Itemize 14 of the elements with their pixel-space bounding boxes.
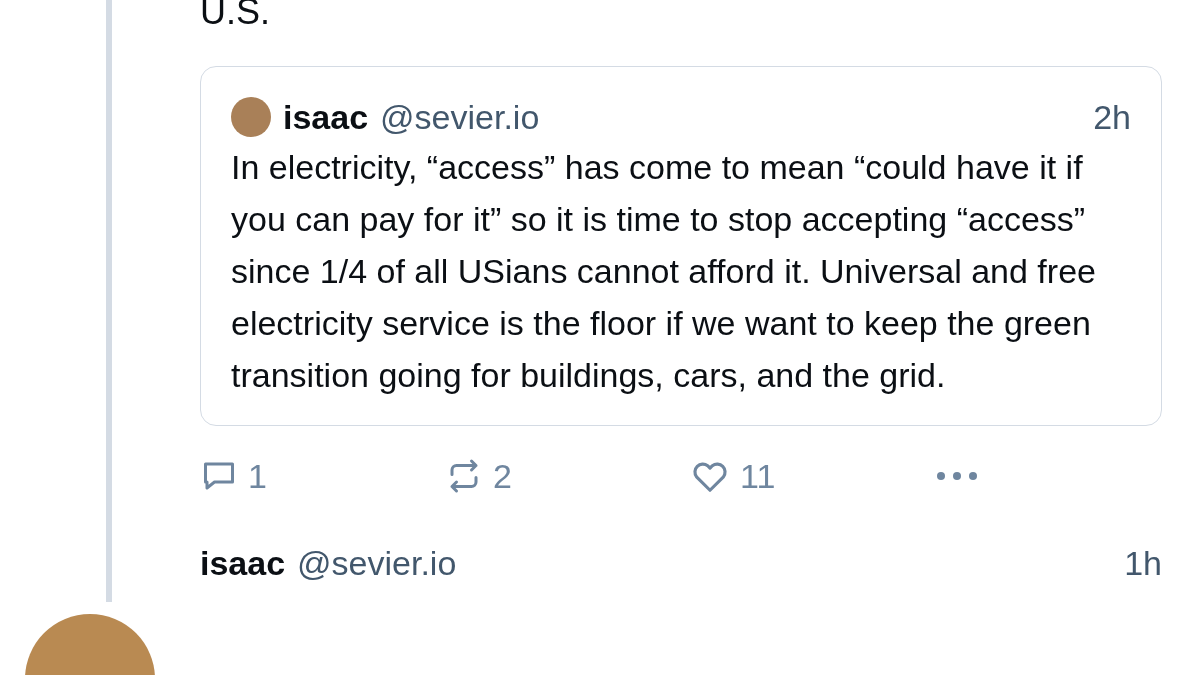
author-name: isaac	[283, 97, 369, 137]
quoted-post-text: In electricity, “access” has come to mean “could have it if you can pay for it” so it is time to stop accepting “access” since 1/4 of all USians cannot afford it. Universal and free electricity service is the floor if we want to keep the green transition going for buildings, cars, and the grid.	[231, 147, 1097, 396]
post-time: 1h	[1124, 544, 1162, 583]
post-time: 2h	[1093, 97, 1131, 137]
author-handle: @sevier.io	[297, 544, 457, 583]
quoted-post-card[interactable]	[200, 66, 1162, 426]
reply-button[interactable]: 1	[200, 456, 445, 496]
avatar[interactable]	[231, 97, 271, 137]
repost-button[interactable]: 2	[445, 456, 690, 496]
author-name: isaac	[200, 544, 286, 583]
like-button[interactable]: 11	[690, 456, 935, 496]
more-icon	[935, 470, 979, 482]
author-handle: @sevier.io	[380, 97, 540, 137]
more-button[interactable]	[935, 470, 979, 482]
